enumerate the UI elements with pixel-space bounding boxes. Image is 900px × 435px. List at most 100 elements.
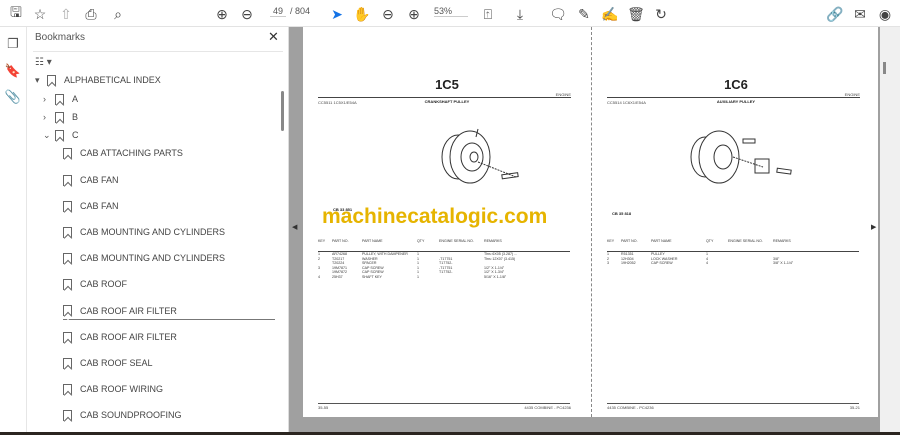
share-link-icon[interactable]: 🔗 (825, 4, 845, 24)
section-label: ENGINE (844, 92, 860, 97)
bookmark-icon (63, 147, 72, 159)
bookmark-label: CAB ATTACHING PARTS (80, 148, 183, 158)
bookmark-icon (63, 383, 72, 395)
bookmark-icon (63, 174, 72, 186)
bookmark-item[interactable]: CAB ROOF AIR FILTER (63, 328, 177, 346)
bookmark-icon (55, 93, 64, 105)
bookmark-label: CAB ROOF AIR FILTER (80, 332, 177, 342)
column-header: ENGINE SERIAL NO. (439, 239, 474, 243)
bookmark-item[interactable]: ▾ ALPHABETICAL INDEX (35, 75, 161, 89)
print-icon[interactable]: ⎙ (81, 4, 101, 24)
collapse-left-icon[interactable]: ◀ (292, 223, 297, 231)
bookmark-icon (63, 409, 72, 421)
bookmark-item[interactable]: CAB MOUNTING AND CYLINDERS (63, 223, 225, 241)
bookmark-item[interactable]: ⌄ C (43, 126, 79, 144)
bookmark-icon (63, 252, 72, 264)
table-cell: 4 (318, 274, 320, 279)
column-header: REMARKS (773, 239, 791, 243)
table-cell: 4 (706, 261, 708, 265)
page-thumbnails-icon[interactable]: ❐ (4, 35, 22, 53)
column-header: KEY (607, 239, 615, 243)
bookmark-label: B (72, 112, 79, 122)
collapse-right-icon[interactable]: ▶ (871, 223, 876, 231)
bookmark-icon (55, 111, 64, 123)
bookmark-icon (63, 278, 72, 290)
hand-tool-icon[interactable]: ✋ (352, 4, 372, 24)
bookmark-item[interactable]: CAB FAN (63, 171, 119, 189)
page-title: 1C5 (435, 77, 459, 92)
email-icon[interactable]: ✉ (850, 4, 870, 24)
bookmark-label: CAB ROOF (80, 279, 128, 289)
bookmark-item[interactable]: CAB ROOF (63, 275, 127, 293)
account-icon[interactable]: ◉ (875, 4, 895, 24)
page-title: 1C6 (724, 77, 748, 92)
page-number-input[interactable]: 49 (270, 6, 286, 17)
delete-icon[interactable]: 🗑 (626, 4, 646, 24)
parts-table: 1 AR74268 PULLEY, WITH DAMPENER 1 Thru 6X05 … (318, 251, 570, 279)
expand-chevron-icon[interactable]: ▾ (35, 75, 47, 86)
rule (318, 97, 570, 98)
close-icon[interactable]: ✕ (268, 29, 279, 45)
column-header: REMARKS (484, 239, 502, 243)
bookmark-item[interactable]: CAB ROOF WIRING (63, 380, 163, 398)
star-icon[interactable]: ☆ (30, 4, 50, 24)
bookmark-item[interactable]: CAB MOUNTING AND CYLINDERS (63, 249, 225, 267)
page-down-icon[interactable]: ⊖ (237, 4, 257, 24)
table-cell: 3 (607, 261, 609, 265)
bookmark-icon[interactable]: 🔖 (4, 62, 22, 80)
footer-left: 4435 COMBINE - PC4236 (607, 405, 654, 410)
sign-icon[interactable]: ✍ (600, 4, 620, 24)
table-header: KEY PART NO. PART NAME QTY ENGINE SERIAL NO.… (318, 239, 570, 244)
divider (33, 51, 283, 52)
page-subtitle: AUXILIARY PULLEY (716, 99, 756, 104)
options-dropdown-icon[interactable]: ☷ ▾ (35, 57, 52, 68)
attachment-icon[interactable]: 📎 (4, 88, 22, 106)
column-header: PART NO. (621, 239, 638, 243)
bookmark-label: CAB MOUNTING AND CYLINDERS (80, 253, 226, 263)
expand-chevron-icon[interactable]: › (43, 94, 55, 104)
bookmark-label: A (72, 94, 79, 104)
page-subtitle: CRANKSHAFT PULLEY (424, 99, 470, 104)
bookmark-icon (63, 357, 72, 369)
bookmark-item[interactable]: CAB ATTACHING PARTS (63, 144, 183, 162)
expand-chevron-icon[interactable]: › (43, 112, 55, 122)
footer-right: 4435 COMBINE - PC4236 (524, 405, 571, 410)
bookmark-icon (63, 200, 72, 212)
bookmark-item[interactable]: CAB ROOF SEAL (63, 354, 153, 372)
scrollbar[interactable] (281, 91, 284, 131)
zoom-select[interactable]: 53% (434, 6, 468, 17)
bookmark-item[interactable]: CAB SOUNDPROOFING (63, 406, 182, 424)
bookmark-label: CAB MOUNTING AND CYLINDERS (80, 227, 226, 237)
table-row: 4 25H37 SHAFT KEY 1 5/16" X 1-1/8" (318, 275, 570, 280)
bookmark-icon (63, 226, 72, 238)
search-icon[interactable]: ⌕ (108, 4, 128, 24)
page-up-icon[interactable]: ⊕ (212, 4, 232, 24)
table-cell: 19H2052 (621, 261, 636, 265)
scrollbar-thumb[interactable] (883, 62, 886, 74)
highlight-pen-icon[interactable]: ✎ (574, 4, 594, 24)
parts-table: 1 R51351 PULLEY 1 2 12H304 LOCK WASHER 4 3/8" 3 19… (607, 251, 859, 266)
zoom-out-icon[interactable]: ⊖ (378, 4, 398, 24)
bookmark-item[interactable]: CAB ROOF AIR FILTER (63, 302, 275, 320)
rotate-icon[interactable]: ↻ (651, 4, 671, 24)
bookmark-item[interactable]: › B (43, 108, 78, 126)
expand-chevron-icon[interactable]: ⌄ (43, 130, 55, 141)
select-cursor-icon[interactable]: ➤ (327, 4, 347, 24)
page-fit-icon[interactable]: ⍐ (478, 4, 498, 24)
comment-icon[interactable]: 🗨 (548, 4, 568, 24)
bookmark-icon (55, 129, 64, 141)
watermark: machinecatalogic.com (322, 205, 548, 228)
table-cell: 5/16" X 1-1/8" (484, 274, 507, 279)
bookmark-item[interactable]: › A (43, 90, 78, 108)
scroll-mode-icon[interactable]: ⤓ (510, 4, 530, 24)
save-icon[interactable]: 🖫 (6, 4, 26, 24)
bookmark-item[interactable]: CAB FAN (63, 197, 119, 215)
bookmark-label: CAB FAN (80, 175, 119, 185)
footer-right: 35-21 (849, 405, 860, 410)
upload-cloud-icon[interactable]: ⇧ (56, 4, 76, 24)
vertical-scrollbar[interactable] (880, 27, 900, 432)
bookmarks-panel: Bookmarks ✕ ☷ ▾ ▾ ALPHABETICAL INDEX › A › B ⌄… (27, 27, 289, 435)
zoom-in-icon[interactable]: ⊕ (404, 4, 424, 24)
column-header: PART NO. (332, 239, 349, 243)
section-label: ENGINE (555, 92, 571, 97)
